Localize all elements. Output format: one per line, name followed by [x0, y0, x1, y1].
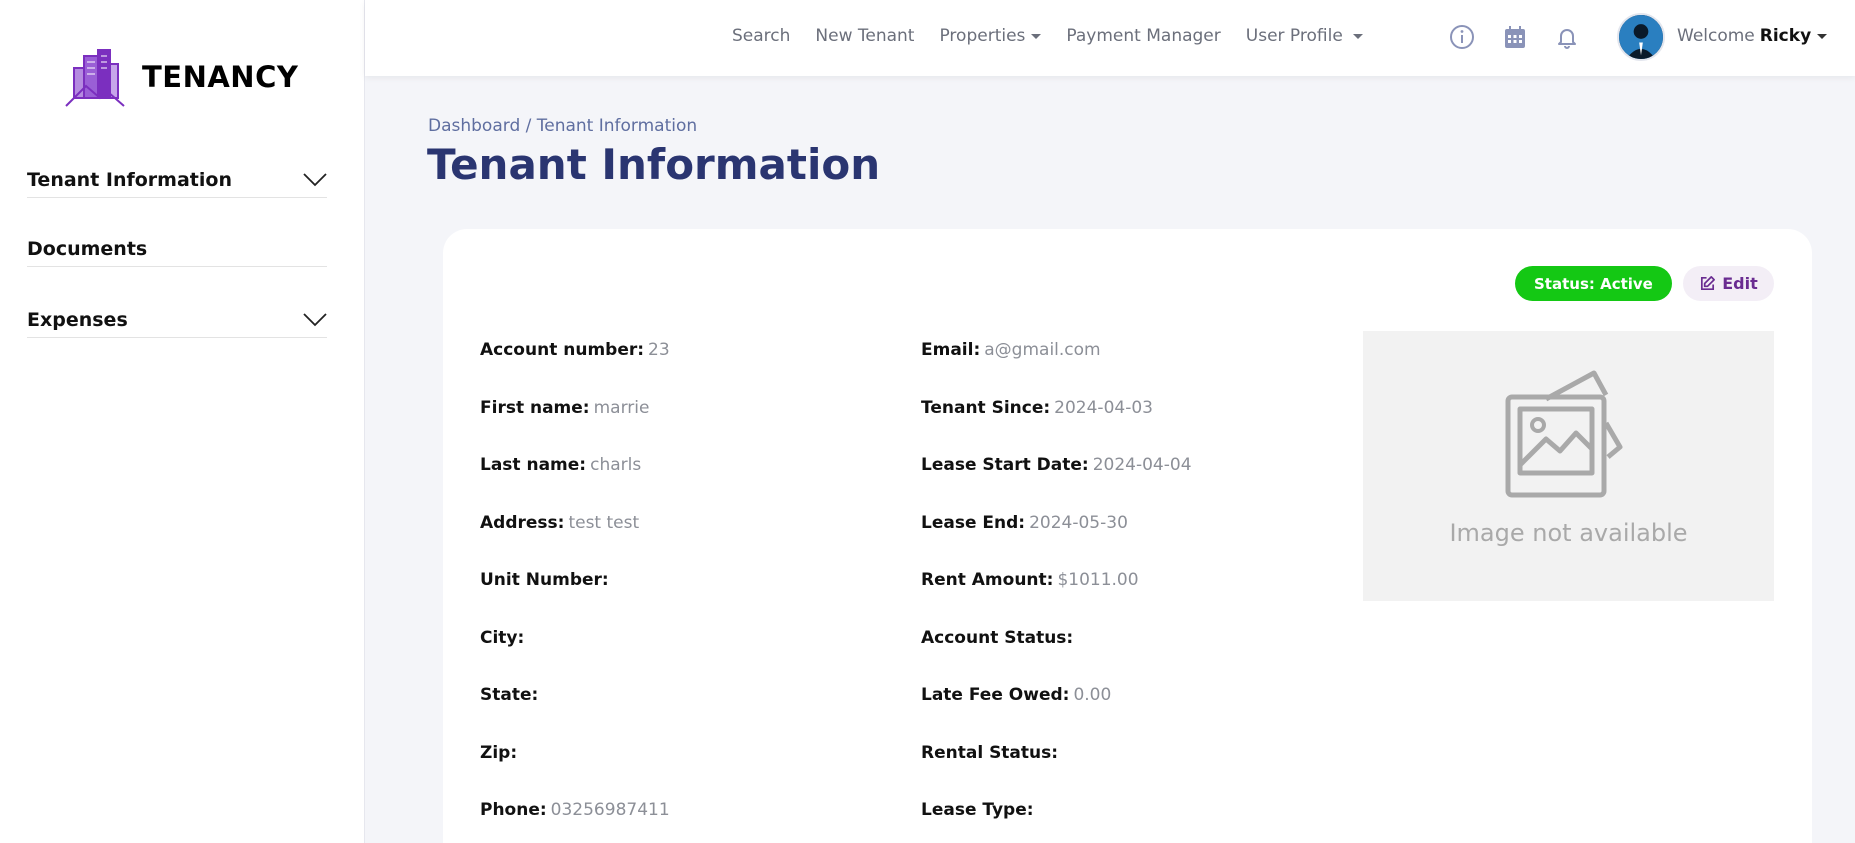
field-value: 2024-04-03 — [1054, 398, 1153, 418]
user-avatar-icon — [1619, 15, 1663, 59]
field-label: Lease Type: — [921, 800, 1034, 820]
field-label: First name: — [480, 398, 590, 418]
calendar-icon[interactable] — [1501, 23, 1529, 51]
nav-properties-dropdown[interactable]: Properties — [939, 26, 1042, 46]
field-account-number: Account number: 23 — [480, 340, 670, 360]
field-value: 2024-04-04 — [1092, 455, 1192, 475]
breadcrumb[interactable]: Dashboard / Tenant Information — [428, 116, 697, 136]
field-lease-end: Lease End: 2024-05-30 — [921, 513, 1128, 533]
sidebar-item-label: Tenant Information — [27, 169, 232, 191]
sidebar-item-documents[interactable]: Documents — [27, 238, 327, 267]
field-label: Last name: — [480, 455, 587, 475]
field-state: State: — [480, 685, 542, 705]
sidebar-item-label: Documents — [27, 238, 148, 260]
chevron-down-icon — [303, 173, 327, 187]
field-value: 0.00 — [1073, 685, 1112, 705]
field-value: a@gmail.com — [984, 340, 1101, 360]
nav-label: User Profile — [1245, 26, 1343, 46]
field-label: Account Status: — [921, 628, 1074, 648]
field-label: Tenant Since: — [921, 398, 1051, 418]
field-rental-status: Rental Status: — [921, 743, 1062, 763]
edit-icon — [1701, 276, 1716, 291]
field-label: Account number: — [480, 340, 645, 360]
field-late-fee-owed: Late Fee Owed: 0.00 — [921, 685, 1111, 705]
sidebar: TENANCY Tenant Information Documents Exp… — [0, 0, 365, 843]
avatar[interactable] — [1617, 13, 1665, 61]
nav-user-profile-dropdown[interactable]: User Profile — [1246, 26, 1363, 46]
bell-icon[interactable] — [1553, 23, 1581, 51]
field-label: Rent Amount: — [921, 570, 1054, 590]
nav-label: New Tenant — [815, 26, 915, 46]
nav-label: Payment Manager — [1066, 26, 1221, 46]
field-label: State: — [480, 685, 539, 705]
field-address: Address: test test — [480, 513, 639, 533]
field-phone: Phone: 03256987411 — [480, 800, 670, 820]
image-placeholder-text: Image not available — [1449, 519, 1688, 547]
field-label: Late Fee Owed: — [921, 685, 1070, 705]
field-label: Lease End: — [921, 513, 1026, 533]
main-nav: Search New Tenant Properties Payment Man… — [732, 26, 1388, 46]
field-value: marrie — [593, 398, 650, 418]
caret-down-icon — [1031, 33, 1042, 39]
brand[interactable]: TENANCY — [64, 46, 298, 108]
field-rent-amount: Rent Amount: $1011.00 — [921, 570, 1139, 590]
field-unit-number: Unit Number: — [480, 570, 613, 590]
tenant-image-placeholder: Image not available — [1363, 331, 1774, 601]
nav-new-tenant[interactable]: New Tenant — [815, 26, 914, 46]
edit-button[interactable]: Edit — [1683, 266, 1774, 301]
sidebar-item-tenant-information[interactable]: Tenant Information — [27, 169, 327, 198]
caret-down-icon — [1817, 33, 1828, 39]
sidebar-item-label: Expenses — [27, 309, 128, 331]
caret-down-icon — [1352, 33, 1363, 39]
chevron-down-icon — [303, 313, 327, 327]
field-value: test test — [568, 513, 640, 533]
nav-label: Properties — [939, 26, 1026, 46]
field-label: Address: — [480, 513, 565, 533]
nav-search[interactable]: Search — [732, 26, 790, 46]
field-last-name: Last name: charls — [480, 455, 641, 475]
field-value: 2024-05-30 — [1029, 513, 1128, 533]
user-menu[interactable]: Welcome Ricky — [1677, 26, 1828, 46]
field-email: Email: a@gmail.com — [921, 340, 1101, 360]
field-label: City: — [480, 628, 525, 648]
field-value: charls — [590, 455, 642, 475]
field-first-name: First name: marrie — [480, 398, 649, 418]
field-lease-type: Lease Type: — [921, 800, 1038, 820]
field-city: City: — [480, 628, 528, 648]
page-title: Tenant Information — [427, 140, 881, 189]
sidebar-item-expenses[interactable]: Expenses — [27, 309, 327, 338]
field-label: Unit Number: — [480, 570, 609, 590]
field-label: Zip: — [480, 743, 518, 763]
field-value: $1011.00 — [1057, 570, 1139, 590]
field-label: Lease Start Date: — [921, 455, 1089, 475]
status-badge: Status: Active — [1515, 266, 1672, 301]
image-placeholder-icon — [1505, 370, 1623, 498]
nav-payment-manager[interactable]: Payment Manager — [1066, 26, 1220, 46]
welcome-text: Welcome — [1677, 26, 1755, 46]
field-value: 23 — [648, 340, 670, 360]
field-label: Rental Status: — [921, 743, 1059, 763]
field-lease-start-date: Lease Start Date: 2024-04-04 — [921, 455, 1192, 475]
field-zip: Zip: — [480, 743, 521, 763]
field-account-status: Account Status: — [921, 628, 1077, 648]
field-tenant-since: Tenant Since: 2024-04-03 — [921, 398, 1153, 418]
field-label: Phone: — [480, 800, 547, 820]
edit-label: Edit — [1722, 274, 1758, 293]
info-icon[interactable] — [1448, 23, 1476, 51]
top-navbar: Search New Tenant Properties Payment Man… — [365, 0, 1855, 76]
building-logo-icon — [65, 49, 125, 107]
field-label: Email: — [921, 340, 981, 360]
brand-name: TENANCY — [142, 60, 299, 94]
user-name: Ricky — [1759, 26, 1812, 46]
nav-label: Search — [732, 26, 791, 46]
field-value: 03256987411 — [550, 800, 670, 820]
